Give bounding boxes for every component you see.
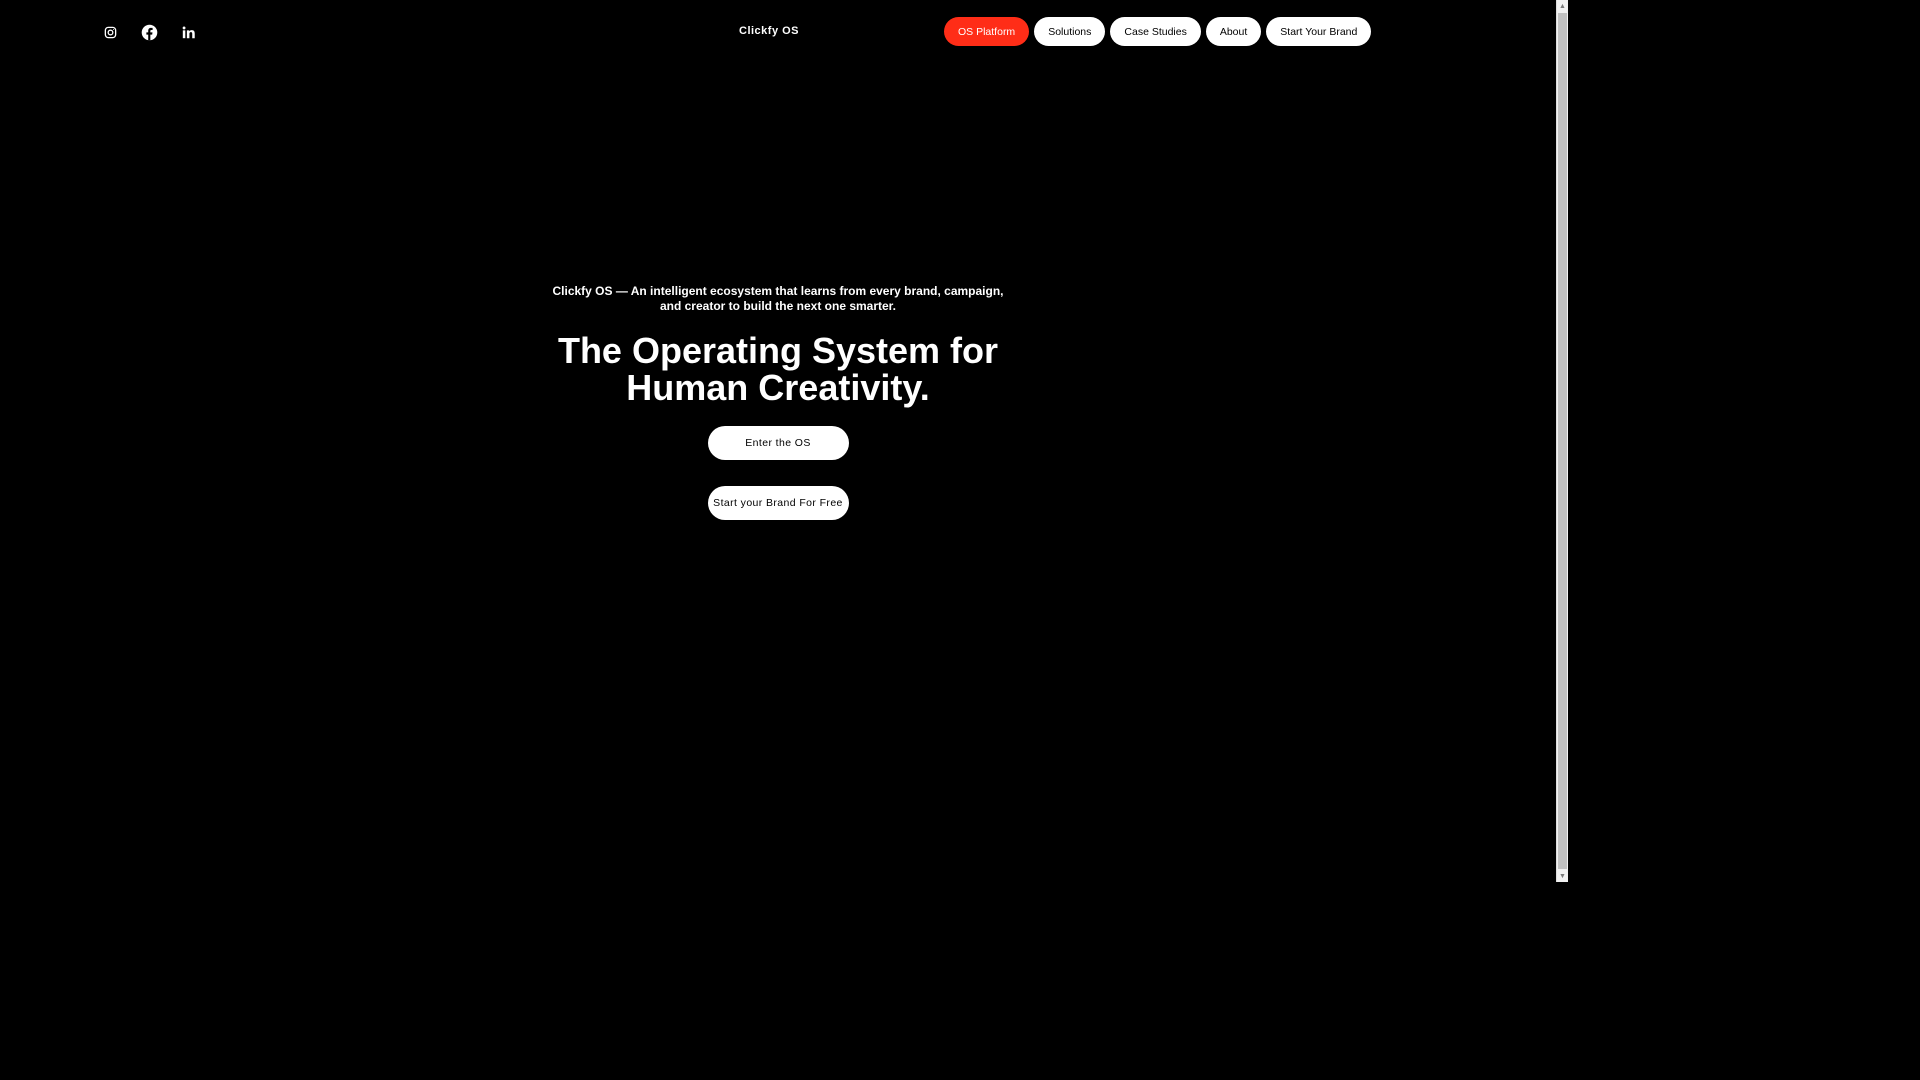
brand-title[interactable]: Clickfy OS <box>739 25 799 37</box>
linkedin-link[interactable] <box>178 22 198 42</box>
scroll-up-arrow-icon[interactable]: ▲ <box>1557 0 1568 12</box>
nav-case-studies[interactable]: Case Studies <box>1110 17 1201 46</box>
main-nav: OS Platform Solutions Case Studies About… <box>944 17 1376 46</box>
social-links <box>100 22 217 42</box>
nav-os-platform[interactable]: OS Platform <box>944 17 1030 46</box>
instagram-link[interactable] <box>100 22 120 42</box>
hero-headline: The Operating System for Human Creativit… <box>557 330 999 408</box>
scroll-down-arrow-icon[interactable]: ▼ <box>1557 870 1568 882</box>
hero-section: Clickfy OS — An intelligent ecosystem th… <box>0 284 1556 520</box>
vertical-scrollbar[interactable]: ▲ ▼ <box>1556 0 1568 882</box>
enter-os-button[interactable]: Enter the OS <box>707 426 849 460</box>
start-brand-free-button[interactable]: Start your Brand For Free <box>707 486 849 520</box>
facebook-icon <box>141 24 157 40</box>
hero-tagline: Clickfy OS — An intelligent ecosystem th… <box>552 284 1004 313</box>
nav-start-your-brand[interactable]: Start Your Brand <box>1266 17 1372 46</box>
scroll-thumb[interactable] <box>1558 13 1567 869</box>
facebook-link[interactable] <box>139 22 159 42</box>
nav-solutions[interactable]: Solutions <box>1034 17 1106 46</box>
linkedin-icon <box>182 26 195 38</box>
nav-about[interactable]: About <box>1205 17 1262 46</box>
page: Clickfy OS OS Platform Solutions Case St… <box>0 0 1568 882</box>
instagram-icon <box>104 26 116 38</box>
